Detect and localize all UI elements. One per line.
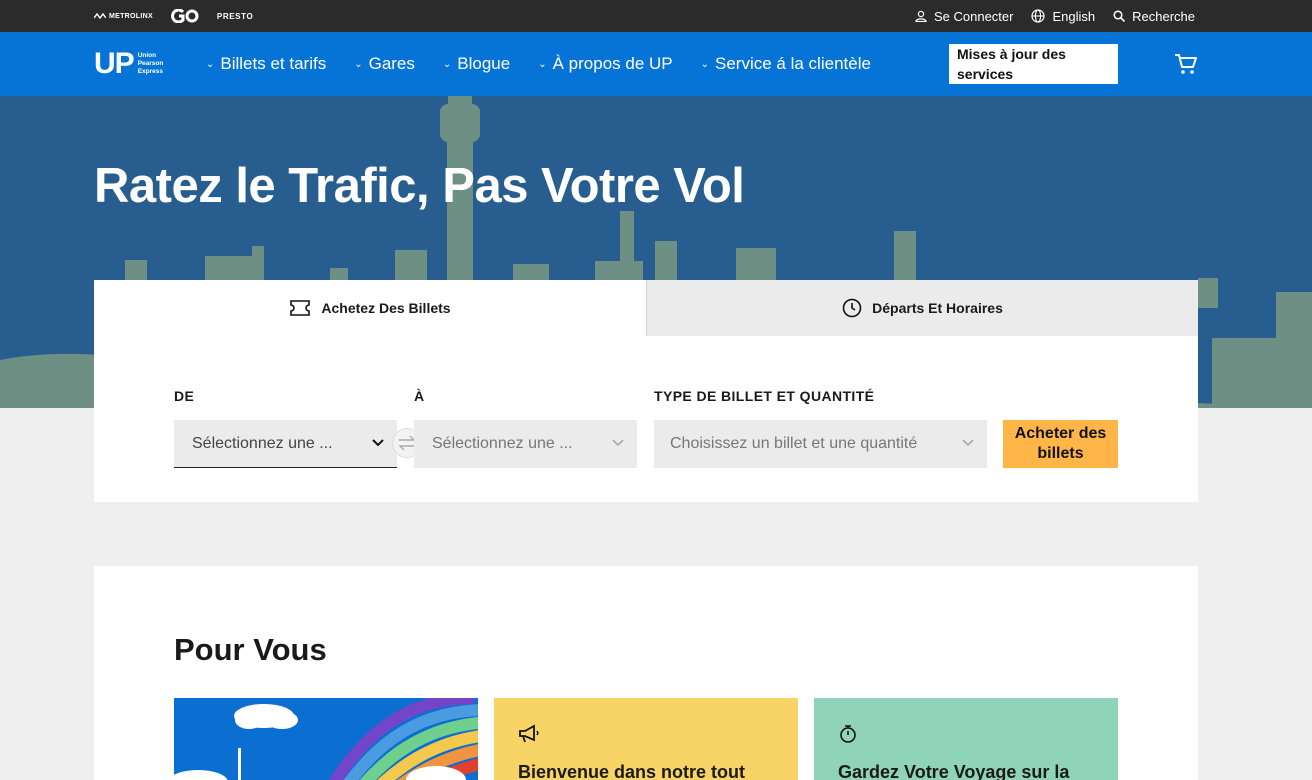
utility-links: Se Connecter English Recherche [915,0,1195,32]
chevron-down-icon: ⌄ [442,58,452,70]
to-select[interactable]: Sélectionnez une ... [414,420,637,468]
tab-departures[interactable]: Départs Et Horaires [646,280,1198,336]
go-logo[interactable] [171,9,199,23]
presto-logo[interactable]: PRESTO [217,12,253,21]
language-link[interactable]: English [1031,9,1095,24]
booking-widget: Achetez Des Billets Départs Et Horaires … [94,280,1198,502]
chevron-down-icon [372,439,384,447]
service-updates-button[interactable]: Mises à jour des services [949,44,1118,84]
chevron-down-icon [612,439,624,447]
sign-in-link[interactable]: Se Connecter [915,8,1014,24]
chevron-down-icon: ⌄ [354,58,363,70]
nav-item-stations[interactable]: ⌄ Gares [354,54,415,74]
promo-card-rainbow[interactable] [174,698,478,780]
cart-icon[interactable] [1174,52,1198,76]
hero-title: Ratez le Trafic, Pas Votre Vol [94,159,745,213]
chevron-down-icon [962,439,974,447]
ticket-icon [290,300,311,316]
buy-tickets-button[interactable]: Acheter des billets [1003,420,1118,468]
to-label: À [414,388,425,404]
chevron-down-icon: ⌄ [700,58,710,70]
ticket-quantity-select[interactable]: Choisissez un billet et une quantité [654,420,987,468]
chevron-down-icon: ⌄ [206,58,215,70]
up-logo-subtitle: Union Pearson Express [137,52,164,75]
search-icon [1113,10,1126,22]
for-you-section: Pour Vous Bienvenue dans notre tout Gard… [94,566,1198,780]
metrolinx-icon [94,13,106,19]
section-title: Pour Vous [174,632,327,667]
nav-item-tickets[interactable]: ⌄ Billets et tarifs [206,54,326,74]
rainbow-skyline-image [174,698,478,780]
up-express-logo[interactable]: UP Union Pearson Express [94,49,163,79]
search-link[interactable]: Recherche [1113,9,1195,24]
chevron-down-icon: ⌄ [538,58,547,70]
ticket-type-label: TYPE DE BILLET ET QUANTITÉ [654,388,875,404]
promo-card-welcome[interactable]: Bienvenue dans notre tout [494,698,798,780]
promo-card-trip[interactable]: Gardez Votre Voyage sur la [814,698,1118,780]
main-nav: UP Union Pearson Express ⌄ Billets et tar… [0,32,1312,96]
metrolinx-logo[interactable]: METROLINX [94,13,153,20]
utility-bar: METROLINX PRESTO Se Connecter English Re… [0,0,1312,32]
up-logo-letters: UP [94,47,135,80]
partner-logos: METROLINX PRESTO [94,0,253,32]
stopwatch-icon [840,725,856,743]
card-title: Bienvenue dans notre tout [518,762,746,780]
from-select[interactable]: Sélectionnez une ... [174,420,397,468]
card-title: Gardez Votre Voyage sur la [838,762,1070,780]
clock-icon [842,298,862,318]
language-label: English [1052,8,1096,24]
go-icon [171,9,199,23]
sign-in-label: Se Connecter [933,8,1014,24]
globe-icon [1031,9,1046,23]
search-label: Recherche [1132,8,1195,24]
nav-menu: ⌄ Billets et tarifs ⌄ Gares ⌄ Blogue ⌄ À pro… [206,32,871,96]
nav-item-customer-service[interactable]: ⌄ Service á la clientèle [701,54,871,74]
user-icon [915,10,927,22]
megaphone-icon [519,724,539,743]
from-label: DE [174,388,195,404]
tab-buy-tickets[interactable]: Achetez Des Billets [94,280,646,336]
nav-item-about[interactable]: ⌄ À propos de UP [538,54,672,74]
nav-item-blog[interactable]: ⌄ Blogue [443,54,510,74]
